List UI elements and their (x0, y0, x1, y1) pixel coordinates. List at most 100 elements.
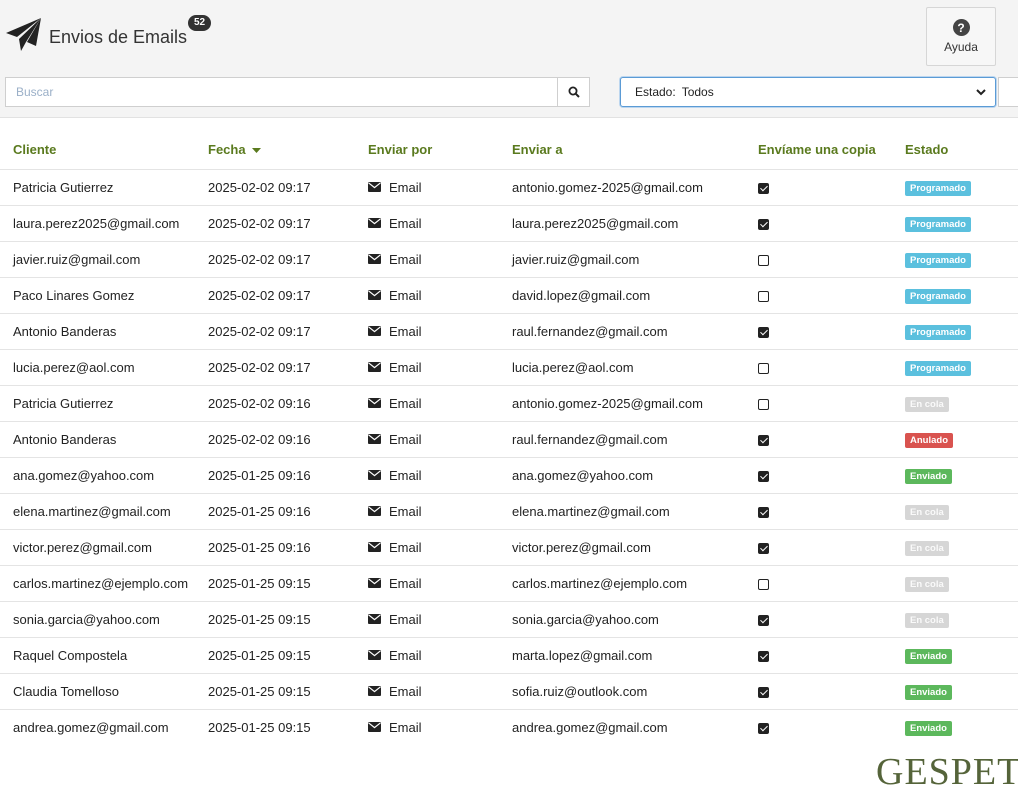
copia-checkbox[interactable] (758, 614, 769, 626)
estado-cell: Enviado (892, 636, 1018, 673)
table-row[interactable]: Patricia Gutierrez 2025-02-02 09:17 Email a… (0, 168, 1018, 205)
copia-checkbox[interactable] (758, 254, 769, 266)
help-button[interactable]: ? Ayuda (926, 7, 996, 66)
envelope-icon (368, 542, 381, 552)
search-input[interactable] (6, 78, 557, 106)
enviar-a-cell: antonio.gomez-2025@gmail.com (499, 384, 745, 421)
table-row[interactable]: victor.perez@gmail.com 2025-01-25 09:16 Em… (0, 528, 1018, 565)
cliente-cell: Antonio Banderas (0, 420, 195, 457)
table-header-row: Cliente Fecha Enviar por Enviar a Envíam… (0, 131, 1018, 169)
copia-checkbox[interactable] (758, 182, 769, 194)
enviar-a-cell: elena.martinez@gmail.com (499, 492, 745, 529)
envelope-icon (368, 398, 381, 408)
envelope-icon (368, 614, 381, 624)
enviar-por-cell: Email (355, 420, 499, 457)
table-row[interactable]: Paco Linares Gomez 2025-02-02 09:17 Email d… (0, 276, 1018, 313)
gespet-logo: GESPET (876, 751, 1018, 793)
envelope-icon (368, 722, 381, 733)
estado-cell: Enviado (892, 672, 1018, 709)
enviar-por-cell: Email (355, 492, 499, 529)
estado-cell: Programado (892, 348, 1018, 385)
fecha-cell: 2025-02-02 09:17 (195, 312, 355, 349)
copia-cell (745, 456, 892, 493)
status-badge: En cola (905, 396, 949, 412)
table-row[interactable]: carlos.martinez@ejemplo.com 2025-01-25 09… (0, 564, 1018, 601)
enviar-por-label: Email (389, 503, 422, 519)
table-row[interactable]: laura.perez2025@gmail.com 2025-02-02 09:1… (0, 204, 1018, 241)
sort-desc-icon (252, 147, 262, 153)
fecha-cell: 2025-01-25 09:15 (195, 636, 355, 673)
enviar-por-cell: Email (355, 204, 499, 241)
enviar-por-label: Email (389, 575, 422, 591)
copia-checkbox[interactable] (758, 434, 769, 446)
copia-checkbox[interactable] (758, 650, 769, 662)
table-row[interactable]: Claudia Tomelloso 2025-01-25 09:15 Email so… (0, 672, 1018, 709)
table-row[interactable]: elena.martinez@gmail.com 2025-01-25 09:16… (0, 492, 1018, 529)
copia-checkbox[interactable] (758, 290, 769, 302)
table-row[interactable]: javier.ruiz@gmail.com 2025-02-02 09:17 Ema… (0, 240, 1018, 277)
estado-cell: Programado (892, 168, 1018, 205)
search-button[interactable] (557, 78, 589, 106)
enviar-a-cell: ana.gomez@yahoo.com (499, 456, 745, 493)
enviar-por-label: Email (389, 287, 422, 303)
state-filter-label: Estado: (635, 85, 676, 99)
col-fecha-label: Fecha (208, 142, 246, 158)
envelope-icon (368, 686, 381, 696)
table-row[interactable]: Raquel Compostela 2025-01-25 09:15 Email ma… (0, 636, 1018, 673)
estado-cell: Programado (892, 312, 1018, 349)
estado-cell: En cola (892, 528, 1018, 565)
enviar-por-cell: Email (355, 636, 499, 673)
table-row[interactable]: Antonio Banderas 2025-02-02 09:17 Email rau… (0, 312, 1018, 349)
envelope-icon (368, 578, 381, 588)
copia-checkbox[interactable] (758, 722, 769, 734)
table-row[interactable]: ana.gomez@yahoo.com 2025-01-25 09:16 Email… (0, 456, 1018, 493)
enviar-por-cell: Email (355, 276, 499, 313)
copia-checkbox[interactable] (758, 578, 769, 590)
fecha-cell: 2025-01-25 09:16 (195, 528, 355, 565)
enviar-a-cell: carlos.martinez@ejemplo.com (499, 564, 745, 601)
enviar-por-label: Email (389, 431, 422, 447)
enviar-a-cell: antonio.gomez-2025@gmail.com (499, 168, 745, 205)
cliente-cell: lucia.perez@aol.com (0, 348, 195, 385)
status-badge: Programado (905, 324, 971, 340)
col-fecha[interactable]: Fecha (195, 131, 355, 169)
copia-checkbox[interactable] (758, 506, 769, 518)
search-box (5, 77, 590, 107)
table-row[interactable]: andrea.gomez@gmail.com 2025-01-25 09:15 Em… (0, 708, 1018, 745)
col-copia[interactable]: Envíame una copia (745, 131, 892, 169)
cliente-cell: Antonio Banderas (0, 312, 195, 349)
copia-checkbox[interactable] (758, 362, 769, 374)
enviar-por-cell: Email (355, 600, 499, 637)
copia-checkbox[interactable] (758, 470, 769, 482)
table-row[interactable]: lucia.perez@aol.com 2025-02-02 09:17 Email… (0, 348, 1018, 385)
copia-checkbox[interactable] (758, 398, 769, 410)
table-row[interactable]: Antonio Banderas 2025-02-02 09:16 Email rau… (0, 420, 1018, 457)
copia-cell (745, 204, 892, 241)
estado-cell: Programado (892, 204, 1018, 241)
copia-checkbox[interactable] (758, 218, 769, 230)
copia-cell (745, 240, 892, 277)
copia-cell (745, 312, 892, 349)
enviar-a-cell: raul.fernandez@gmail.com (499, 420, 745, 457)
copia-cell (745, 636, 892, 673)
cliente-cell: javier.ruiz@gmail.com (0, 240, 195, 277)
copia-checkbox[interactable] (758, 326, 769, 338)
enviar-por-label: Email (389, 467, 422, 483)
cliente-cell: Raquel Compostela (0, 636, 195, 673)
copia-checkbox[interactable] (758, 686, 769, 698)
enviar-por-cell: Email (355, 168, 499, 205)
col-estado[interactable]: Estado (892, 131, 1018, 169)
state-filter-select[interactable]: Estado: Todos (620, 77, 996, 107)
copia-checkbox[interactable] (758, 542, 769, 554)
cliente-cell: laura.perez2025@gmail.com (0, 204, 195, 241)
enviar-por-cell: Email (355, 528, 499, 565)
col-cliente[interactable]: Cliente (0, 131, 195, 169)
table-row[interactable]: Patricia Gutierrez 2025-02-02 09:16 Email a… (0, 384, 1018, 421)
copia-cell (745, 564, 892, 601)
fecha-cell: 2025-01-25 09:15 (195, 600, 355, 637)
table-row[interactable]: sonia.garcia@yahoo.com 2025-01-25 09:15 Em… (0, 600, 1018, 637)
col-enviar-a[interactable]: Enviar a (499, 131, 745, 169)
enviar-a-cell: raul.fernandez@gmail.com (499, 312, 745, 349)
col-enviar-por[interactable]: Enviar por (355, 131, 499, 169)
enviar-por-cell: Email (355, 240, 499, 277)
